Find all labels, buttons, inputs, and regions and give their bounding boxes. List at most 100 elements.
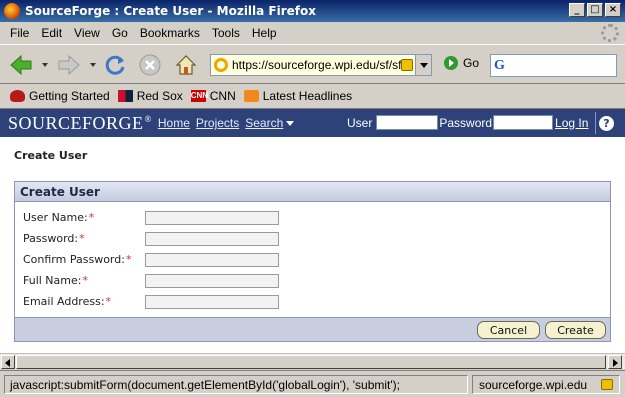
site-favicon-icon bbox=[214, 58, 228, 72]
status-bar: javascript:submitForm(document.getElemen… bbox=[0, 370, 625, 397]
panel-footer: Cancel Create bbox=[15, 317, 610, 341]
password-field[interactable] bbox=[145, 231, 279, 246]
log-in-link[interactable]: Log In bbox=[555, 116, 588, 130]
user-name-field[interactable] bbox=[145, 210, 279, 225]
panel-title: Create User bbox=[15, 182, 610, 202]
status-site-name: sourceforge.wpi.edu bbox=[479, 377, 588, 392]
form-row-full-name: Full Name: * bbox=[23, 273, 279, 288]
sourceforge-logo[interactable]: SOURCEFORGE® bbox=[8, 113, 152, 134]
back-dropdown-icon[interactable] bbox=[42, 63, 48, 67]
field-label: Password: bbox=[23, 232, 79, 245]
back-button[interactable] bbox=[8, 52, 34, 78]
menu-tools[interactable]: Tools bbox=[206, 26, 246, 40]
reload-button[interactable] bbox=[102, 52, 128, 78]
sourceforge-header: SOURCEFORGE® Home Projects Search User P… bbox=[0, 109, 625, 137]
required-marker: * bbox=[88, 211, 95, 224]
cancel-button[interactable]: Cancel bbox=[477, 321, 540, 339]
create-button[interactable]: Create bbox=[545, 321, 606, 339]
login-password-field[interactable] bbox=[493, 115, 554, 130]
url-bar[interactable]: https://sourceforge.wpi.edu/sf/sf bbox=[210, 54, 432, 76]
url-dropdown-button[interactable] bbox=[415, 55, 431, 75]
forward-arrow-icon bbox=[58, 54, 80, 76]
global-login-form: User Password Log In bbox=[347, 115, 588, 130]
rss-icon bbox=[243, 90, 259, 102]
scroll-left-button[interactable] bbox=[1, 355, 15, 369]
home-icon bbox=[175, 55, 197, 75]
bookmarks-toolbar: Getting Started Red Sox CNN CNN Latest H… bbox=[0, 85, 625, 107]
status-message: javascript:submitForm(document.getElemen… bbox=[4, 375, 468, 394]
minimize-button[interactable]: _ bbox=[569, 3, 585, 17]
required-marker: * bbox=[125, 253, 132, 266]
nav-home-link[interactable]: Home bbox=[158, 116, 190, 130]
help-icon: ? bbox=[599, 115, 614, 131]
window-title-bar: SourceForge : Create User - Mozilla Fire… bbox=[0, 0, 625, 22]
nav-projects-link[interactable]: Projects bbox=[196, 116, 239, 130]
login-user-field[interactable] bbox=[376, 115, 439, 130]
bookmark-label: Latest Headlines bbox=[262, 89, 353, 103]
back-arrow-icon bbox=[10, 54, 32, 76]
cnn-icon: CNN bbox=[190, 90, 209, 102]
reload-icon bbox=[105, 55, 125, 75]
menu-help[interactable]: Help bbox=[246, 26, 283, 40]
menu-go[interactable]: Go bbox=[106, 26, 134, 40]
go-icon bbox=[444, 56, 458, 70]
horizontal-scrollbar[interactable] bbox=[0, 353, 625, 369]
confirm-password-field[interactable] bbox=[145, 252, 279, 267]
help-button[interactable]: ? bbox=[595, 112, 617, 134]
bookmark-getting-started[interactable]: Getting Started bbox=[10, 89, 112, 103]
bookmark-latest-headlines[interactable]: Latest Headlines bbox=[243, 89, 354, 103]
stop-icon bbox=[139, 54, 161, 76]
bookmark-label: Red Sox bbox=[136, 89, 183, 103]
menu-view[interactable]: View bbox=[68, 26, 106, 40]
google-search-icon[interactable]: G bbox=[494, 58, 505, 74]
stop-button[interactable] bbox=[137, 52, 163, 78]
password-label: Password bbox=[439, 115, 493, 130]
url-text[interactable]: https://sourceforge.wpi.edu/sf/sf bbox=[232, 58, 401, 72]
menu-bookmarks[interactable]: Bookmarks bbox=[134, 26, 206, 40]
lock-icon[interactable] bbox=[601, 379, 613, 390]
create-user-panel: Create User User Name: * Password: * Confi… bbox=[14, 181, 611, 342]
status-site-panel: sourceforge.wpi.edu bbox=[472, 375, 620, 394]
secure-lock-icon[interactable] bbox=[401, 59, 413, 71]
full-name-field[interactable] bbox=[145, 273, 279, 288]
window-title: SourceForge : Create User - Mozilla Fire… bbox=[25, 4, 317, 18]
home-button[interactable] bbox=[173, 52, 199, 78]
field-label: User Name: bbox=[23, 211, 88, 224]
throbber-icon bbox=[601, 24, 619, 42]
scroll-right-button[interactable] bbox=[608, 355, 622, 369]
chevron-down-icon bbox=[286, 121, 295, 127]
menu-file[interactable]: File bbox=[4, 26, 35, 40]
go-button[interactable]: Go bbox=[444, 56, 479, 70]
form-row-email: Email Address: * bbox=[23, 294, 279, 309]
field-label: Confirm Password: bbox=[23, 253, 125, 266]
navigation-toolbar: https://sourceforge.wpi.edu/sf/sf Go G bbox=[0, 44, 625, 84]
firefox-icon bbox=[4, 3, 20, 19]
nav-search-link[interactable]: Search bbox=[245, 116, 295, 130]
required-marker: * bbox=[79, 232, 85, 245]
bookmark-cnn[interactable]: CNN CNN bbox=[190, 89, 238, 103]
red-sox-icon bbox=[117, 90, 133, 102]
menu-bar: File Edit View Go Bookmarks Tools Help bbox=[0, 22, 625, 44]
search-input[interactable]: G bbox=[490, 54, 617, 77]
go-label: Go bbox=[463, 56, 480, 70]
forward-button[interactable] bbox=[56, 52, 82, 78]
getting-started-icon bbox=[10, 90, 25, 102]
scrollbar-thumb[interactable] bbox=[16, 355, 606, 369]
form-row-user-name: User Name: * bbox=[23, 210, 279, 225]
form-row-confirm-password: Confirm Password: * bbox=[23, 252, 279, 267]
forward-dropdown-icon[interactable] bbox=[90, 63, 96, 67]
bookmark-label: Getting Started bbox=[29, 89, 110, 103]
sf-nav: Home Projects Search bbox=[158, 116, 295, 130]
close-button[interactable]: × bbox=[605, 3, 621, 17]
field-label: Email Address: bbox=[23, 295, 105, 308]
bookmark-label: CNN bbox=[209, 89, 236, 103]
field-label: Full Name: bbox=[23, 274, 82, 287]
required-marker: * bbox=[82, 274, 88, 287]
menu-edit[interactable]: Edit bbox=[35, 26, 68, 40]
email-address-field[interactable] bbox=[145, 294, 279, 309]
maximize-button[interactable]: □ bbox=[587, 3, 603, 17]
form-row-password: Password: * bbox=[23, 231, 279, 246]
page-viewport: SOURCEFORGE® Home Projects Search User P… bbox=[0, 108, 625, 353]
user-label: User bbox=[347, 115, 373, 130]
bookmark-red-sox[interactable]: Red Sox bbox=[117, 89, 185, 103]
